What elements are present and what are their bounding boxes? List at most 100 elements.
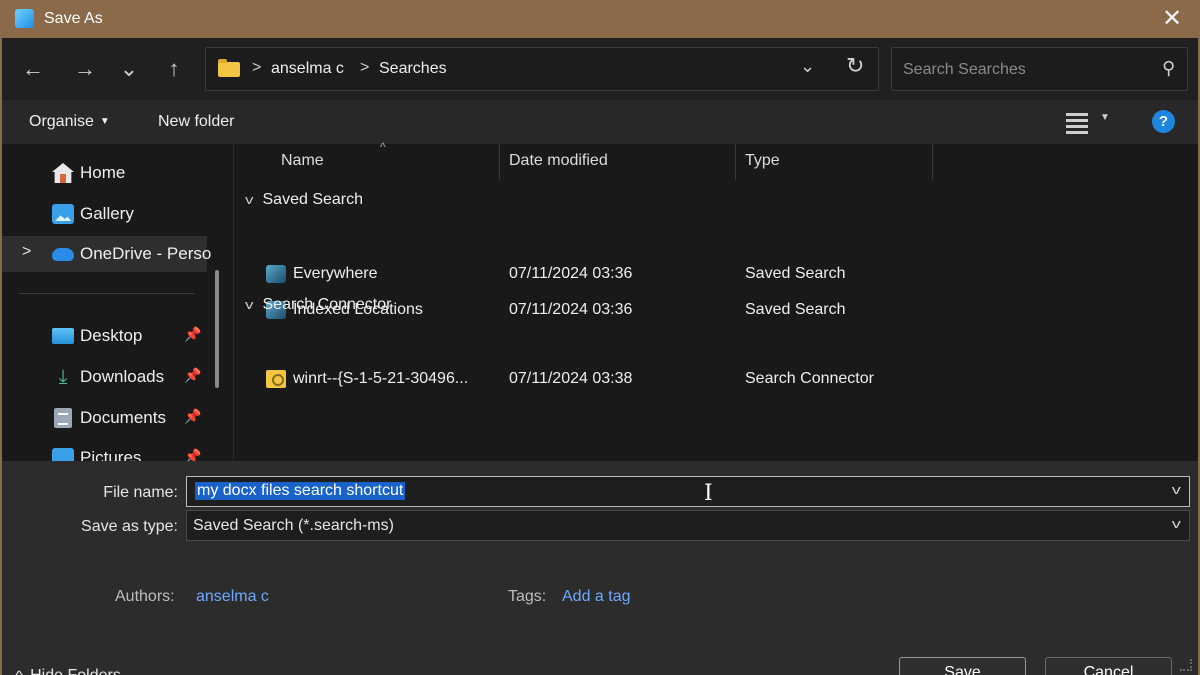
pin-icon: 📌 <box>184 326 202 342</box>
resize-grip-icon[interactable] <box>1180 659 1192 671</box>
sidebar-item-pictures[interactable]: Pictures 📌 <box>2 440 207 461</box>
file-type: Saved Search <box>745 265 846 282</box>
documents-icon <box>54 408 72 428</box>
new-folder-button[interactable]: New folder <box>158 113 234 131</box>
forward-arrow-icon[interactable]: → <box>70 54 100 84</box>
navigation-bar: ← → ⌄ ↑ > anselma c > Searches ⌄ ↻ Searc… <box>2 38 1198 100</box>
add-tag-link[interactable]: Add a tag <box>562 588 631 606</box>
save-as-type-label: Save as type: <box>81 518 178 535</box>
sidebar-item-label: Downloads <box>80 367 165 386</box>
file-date: 07/11/2024 03:36 <box>509 265 633 282</box>
file-name-dropdown-icon[interactable]: v <box>1171 482 1180 497</box>
column-separator[interactable] <box>735 144 736 180</box>
up-arrow-icon[interactable]: ↑ <box>159 54 189 84</box>
column-header-date-modified[interactable]: Date modified <box>509 152 608 170</box>
column-name-label: Name <box>281 152 324 169</box>
collapse-chevron-icon: v <box>245 297 254 312</box>
expand-chevron-icon[interactable]: > <box>22 243 31 261</box>
column-separator[interactable] <box>499 144 500 180</box>
group-header-search-connector[interactable]: v Search Connector <box>245 296 392 314</box>
file-date: 07/11/2024 03:36 <box>509 301 633 318</box>
save-as-dialog: ← → ⌄ ↑ > anselma c > Searches ⌄ ↻ Searc… <box>2 38 1198 675</box>
breadcrumb-anselma-c[interactable]: anselma c <box>271 60 344 78</box>
desktop-icon <box>52 328 74 344</box>
cancel-button[interactable]: Cancel <box>1045 657 1172 675</box>
sidebar-item-label: OneDrive - Perso <box>80 244 212 263</box>
search-icon[interactable]: ⚲ <box>1162 58 1175 79</box>
save-as-type-dropdown-icon[interactable]: v <box>1171 516 1180 531</box>
file-list: Name ^ Date modified Type v Saved Search … <box>234 140 1198 461</box>
sidebar-item-label: Gallery <box>80 204 134 223</box>
close-icon[interactable]: ✕ <box>1158 4 1186 34</box>
hide-folders-button[interactable]: ^ Hide Folders <box>15 667 121 675</box>
breadcrumb-separator-icon: > <box>252 59 262 76</box>
sidebar-item-label: Desktop <box>80 326 143 345</box>
gallery-icon <box>52 204 74 224</box>
help-icon[interactable]: ? <box>1152 110 1175 133</box>
breadcrumb-separator-icon: > <box>360 59 370 76</box>
refresh-icon[interactable]: ↻ <box>846 53 864 79</box>
organise-label: Organise <box>29 113 94 130</box>
view-dropdown-caret-icon[interactable]: ▼ <box>1100 112 1110 123</box>
window-title: Save As <box>44 10 103 27</box>
recent-locations-chevron-icon[interactable]: ⌄ <box>114 54 144 84</box>
sidebar-item-gallery[interactable]: Gallery <box>2 196 207 232</box>
saved-search-icon <box>266 265 286 283</box>
hide-folders-label: Hide Folders <box>30 667 121 675</box>
back-arrow-icon[interactable]: ← <box>18 54 48 84</box>
save-as-type-value: Saved Search (*.search-ms) <box>193 517 394 534</box>
search-placeholder: Search Searches <box>903 61 1026 78</box>
file-type: Saved Search <box>745 301 846 318</box>
group-header-saved-search[interactable]: v Saved Search <box>245 191 364 209</box>
sidebar-item-onedrive[interactable]: > OneDrive - Perso <box>2 236 211 272</box>
pin-icon: 📌 <box>184 367 202 383</box>
column-header-type[interactable]: Type <box>745 152 780 170</box>
home-icon <box>52 163 74 183</box>
sidebar-scrollbar[interactable] <box>215 270 219 388</box>
search-connector-folder-icon <box>266 370 286 388</box>
table-row[interactable]: Everywhere 07/11/2024 03:36 Saved Search <box>234 258 1198 290</box>
authors-label: Authors: <box>115 588 175 605</box>
sidebar-item-label: Documents <box>80 408 166 427</box>
file-name-label: File name: <box>103 484 178 501</box>
app-icon <box>15 9 34 28</box>
address-dropdown-icon[interactable]: ⌄ <box>800 56 815 77</box>
save-options-panel: File name: my docx files search shortcut… <box>2 461 1198 675</box>
navigation-pane: Home Gallery > OneDrive - Perso Desktop … <box>2 144 232 461</box>
breadcrumb-searches[interactable]: Searches <box>379 60 447 78</box>
organise-menu-button[interactable]: Organise ▼ <box>29 113 110 131</box>
chevron-up-icon: ^ <box>15 668 23 675</box>
group-label: Saved Search <box>262 191 364 208</box>
collapse-chevron-icon: v <box>245 192 254 207</box>
search-input[interactable]: Search Searches ⚲ <box>891 47 1188 91</box>
save-button[interactable]: Save <box>899 657 1026 675</box>
sidebar-item-label: Home <box>80 163 126 182</box>
tags-label: Tags: <box>508 588 547 605</box>
sidebar-item-label: Pictures <box>80 448 142 461</box>
group-label: Search Connector <box>262 296 392 313</box>
text-cursor-icon: I <box>704 481 713 506</box>
sidebar-divider <box>19 293 195 294</box>
column-header-name[interactable]: Name <box>281 152 324 170</box>
pictures-icon <box>52 448 74 461</box>
file-name-input[interactable]: my docx files search shortcut I v <box>186 476 1190 507</box>
downloads-icon: ⤓ <box>58 366 68 388</box>
pin-icon: 📌 <box>184 408 202 424</box>
sidebar-item-documents[interactable]: Documents 📌 <box>2 400 207 436</box>
pin-icon: 📌 <box>184 448 202 461</box>
file-type: Search Connector <box>745 370 874 387</box>
column-separator[interactable] <box>932 144 933 180</box>
view-options-icon[interactable] <box>1064 110 1090 134</box>
file-name-value: my docx files search shortcut <box>195 482 406 500</box>
address-bar[interactable]: > anselma c > Searches ⌄ ↻ <box>205 47 879 91</box>
save-as-type-select[interactable]: Saved Search (*.search-ms) v <box>186 510 1190 541</box>
authors-value[interactable]: anselma c <box>196 588 269 606</box>
file-name: winrt--{S-1-5-21-30496... <box>293 370 469 387</box>
command-bar: Organise ▼ New folder ▼ ? <box>2 100 1198 144</box>
onedrive-icon <box>52 248 74 261</box>
sidebar-item-home[interactable]: Home <box>2 155 207 191</box>
table-row[interactable]: winrt--{S-1-5-21-30496... 07/11/2024 03:… <box>234 363 1198 395</box>
sidebar-item-desktop[interactable]: Desktop 📌 <box>2 318 207 354</box>
sidebar-item-downloads[interactable]: ⤓ Downloads 📌 <box>2 359 207 395</box>
sort-ascending-icon: ^ <box>380 140 386 154</box>
